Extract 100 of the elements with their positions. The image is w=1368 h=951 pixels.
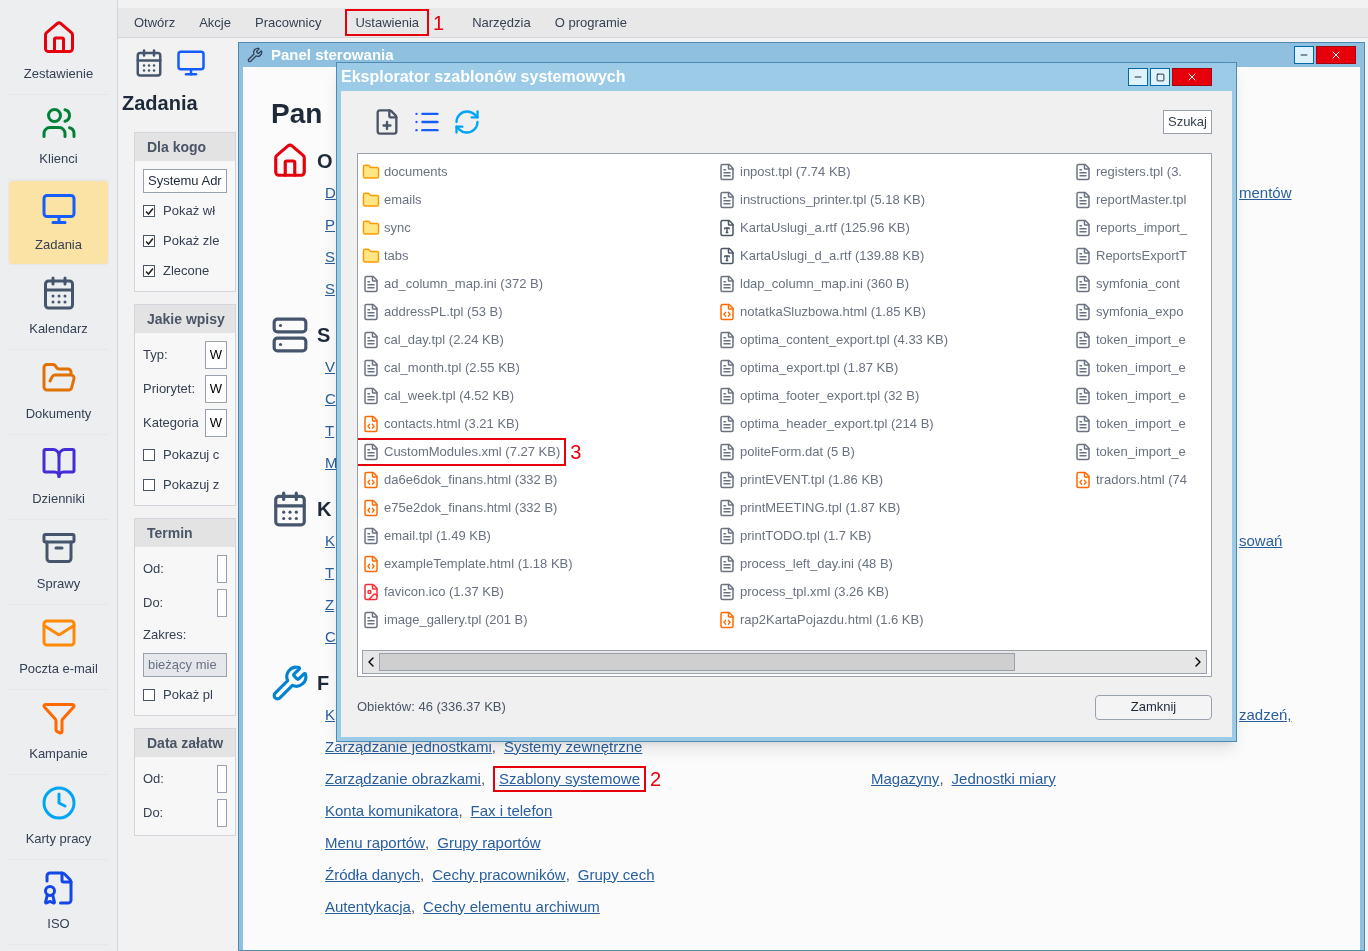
input-field[interactable]: [217, 799, 227, 827]
file-item[interactable]: optima_export.tpl (1.87 KB): [718, 358, 899, 378]
file-item[interactable]: emails: [362, 190, 422, 210]
sidebar-item[interactable]: Kampanie: [8, 690, 109, 775]
sidebar-item[interactable]: Poczta e-mail: [8, 605, 109, 690]
settings-link[interactable]: Autentykacja: [325, 895, 411, 919]
input-field[interactable]: [217, 765, 227, 793]
file-item[interactable]: ad_column_map.ini (372 B): [362, 274, 543, 294]
input-field[interactable]: [217, 589, 227, 617]
menu-item[interactable]: Akcje: [199, 12, 231, 33]
file-item[interactable]: registers.tpl (3.: [1074, 162, 1182, 182]
file-item[interactable]: contacts.html (3.21 KB): [362, 414, 520, 434]
file-item[interactable]: cal_day.tpl (2.24 KB): [362, 330, 504, 350]
settings-link[interactable]: zadzeń,: [1239, 706, 1292, 723]
settings-link[interactable]: T: [325, 419, 335, 443]
checkbox[interactable]: [143, 235, 155, 247]
settings-link[interactable]: Grupy cech: [577, 863, 655, 887]
settings-link[interactable]: Cechy elementu archiwum: [423, 895, 600, 919]
dropdown-field[interactable]: Systemu Adr: [143, 169, 227, 193]
settings-link[interactable]: V: [325, 355, 335, 379]
settings-link[interactable]: Cechy pracowników: [432, 863, 566, 887]
sidebar-item[interactable]: Karty pracy: [8, 775, 109, 860]
file-item[interactable]: token_import_e: [1074, 358, 1186, 378]
settings-link[interactable]: mentów: [1239, 184, 1292, 201]
file-item[interactable]: process_left_day.ini (48 B): [718, 554, 893, 574]
file-item[interactable]: addressPL.tpl (53 B): [362, 302, 503, 322]
menu-item[interactable]: Narzędzia: [472, 12, 531, 33]
file-item[interactable]: image_gallery.tpl (201 B): [362, 610, 528, 630]
close-dialog-button[interactable]: Zamknij: [1095, 694, 1212, 720]
minimize-button[interactable]: [1294, 46, 1314, 64]
sidebar-item[interactable]: Sprawy: [8, 520, 109, 605]
file-item[interactable]: email.tpl (1.49 KB): [362, 526, 491, 546]
settings-link[interactable]: T: [325, 561, 335, 585]
file-item[interactable]: favicon.ico (1.37 KB): [362, 582, 504, 602]
minimize-button[interactable]: [1128, 68, 1148, 86]
file-item[interactable]: optima_footer_export.tpl (32 B): [718, 386, 920, 406]
file-item[interactable]: instructions_printer.tpl (5.18 KB): [718, 190, 925, 210]
file-item[interactable]: KartaUslugi_a.rtf (125.96 KB): [718, 218, 910, 238]
file-item[interactable]: printTODO.tpl (1.7 KB): [718, 526, 872, 546]
settings-link[interactable]: Z: [325, 593, 335, 617]
file-item[interactable]: sync: [362, 218, 411, 238]
calendar-icon[interactable]: [134, 48, 164, 78]
input-field[interactable]: W: [204, 341, 227, 369]
file-item[interactable]: CustomModules.xml (7.27 KB): [358, 438, 567, 466]
file-item[interactable]: KartaUslugi_d_a.rtf (139.88 KB): [718, 246, 925, 266]
sidebar-item[interactable]: Kalendarz: [8, 265, 109, 350]
settings-link[interactable]: S: [325, 245, 335, 269]
menu-item[interactable]: O programie: [554, 12, 627, 33]
search-button[interactable]: Szukaj: [1162, 110, 1212, 134]
maximize-button[interactable]: [1150, 68, 1170, 86]
settings-link[interactable]: Menu raportów: [325, 831, 426, 855]
file-item[interactable]: token_import_e: [1074, 414, 1186, 434]
sidebar-item[interactable]: Zadania: [8, 180, 109, 265]
file-item[interactable]: e75e2dok_finans.html (332 B): [362, 498, 558, 518]
settings-link[interactable]: Źródła danych: [325, 863, 421, 887]
settings-link[interactable]: K: [325, 529, 335, 553]
settings-link[interactable]: Magazyny: [871, 767, 940, 791]
file-item[interactable]: token_import_e: [1074, 442, 1186, 462]
settings-link[interactable]: sowań: [1239, 532, 1283, 549]
settings-link[interactable]: P: [325, 213, 335, 237]
file-item[interactable]: rap2KartaPojazdu.html (1.6 KB): [718, 610, 924, 630]
sidebar-item[interactable]: Zestawienie: [8, 10, 109, 95]
file-item[interactable]: ldap_column_map.ini (360 B): [718, 274, 910, 294]
sidebar-item[interactable]: Dokumenty: [8, 350, 109, 435]
settings-link[interactable]: Zarządzanie obrazkami: [325, 767, 481, 791]
file-item[interactable]: cal_month.tpl (2.55 KB): [362, 358, 520, 378]
input-field[interactable]: W: [204, 409, 227, 437]
sidebar-item[interactable]: ISO: [8, 860, 109, 945]
file-item[interactable]: process_tpl.xml (3.26 KB): [718, 582, 889, 602]
settings-link[interactable]: Fax i telefon: [470, 799, 553, 823]
file-item[interactable]: ReportsExportT: [1074, 246, 1188, 266]
sidebar-item[interactable]: Dzienniki: [8, 435, 109, 520]
file-item[interactable]: symfonia_cont: [1074, 274, 1180, 294]
file-item[interactable]: tabs: [362, 246, 409, 266]
settings-link[interactable]: Grupy raportów: [437, 831, 541, 855]
file-item[interactable]: cal_week.tpl (4.52 KB): [362, 386, 515, 406]
checkbox[interactable]: [143, 265, 155, 277]
horizontal-scrollbar[interactable]: [362, 650, 1207, 674]
settings-link[interactable]: S: [325, 277, 335, 301]
monitor-icon[interactable]: [176, 48, 206, 78]
file-item[interactable]: reportMaster.tpl: [1074, 190, 1187, 210]
settings-link[interactable]: Jednostki miary: [951, 767, 1056, 791]
menu-item[interactable]: Pracownicy: [254, 12, 322, 33]
file-item[interactable]: token_import_e: [1074, 330, 1186, 350]
file-item[interactable]: documents: [362, 162, 448, 182]
checkbox[interactable]: [143, 449, 155, 461]
settings-link[interactable]: C: [325, 625, 336, 649]
menu-item[interactable]: Otwórz: [134, 12, 176, 33]
scrollbar-thumb[interactable]: [379, 653, 1015, 671]
file-item[interactable]: reports_import_: [1074, 218, 1188, 238]
settings-link[interactable]: K: [325, 703, 335, 727]
settings-link[interactable]: M: [325, 451, 338, 475]
file-item[interactable]: symfonia_expo: [1074, 302, 1184, 322]
file-item[interactable]: tradors.html (74: [1074, 470, 1188, 490]
file-item[interactable]: da6e6dok_finans.html (332 B): [362, 470, 558, 490]
checkbox[interactable]: [143, 205, 155, 217]
file-item[interactable]: printEVENT.tpl (1.86 KB): [718, 470, 884, 490]
file-item[interactable]: token_import_e: [1074, 386, 1186, 406]
file-item[interactable]: politeForm.dat (5 B): [718, 442, 855, 462]
settings-link[interactable]: Szablony systemowe: [493, 765, 646, 793]
